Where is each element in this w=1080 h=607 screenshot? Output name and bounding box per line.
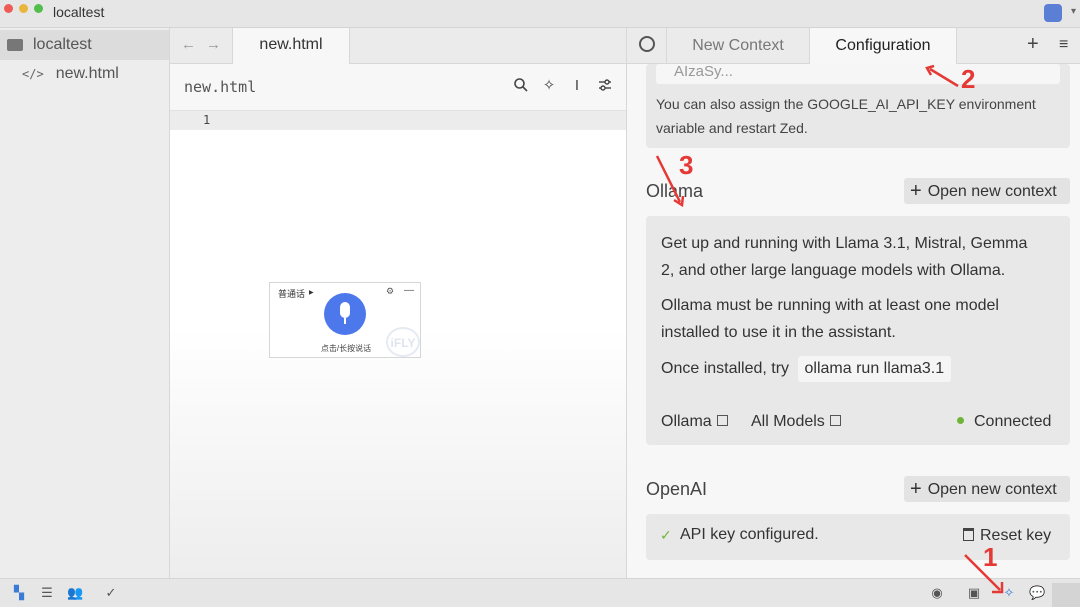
- annotation-arrows: [655, 64, 1004, 594]
- annotation-number-3: 3: [679, 150, 694, 180]
- annotation-number-2: 2: [961, 64, 976, 94]
- annotation-number-1: 1: [983, 542, 998, 572]
